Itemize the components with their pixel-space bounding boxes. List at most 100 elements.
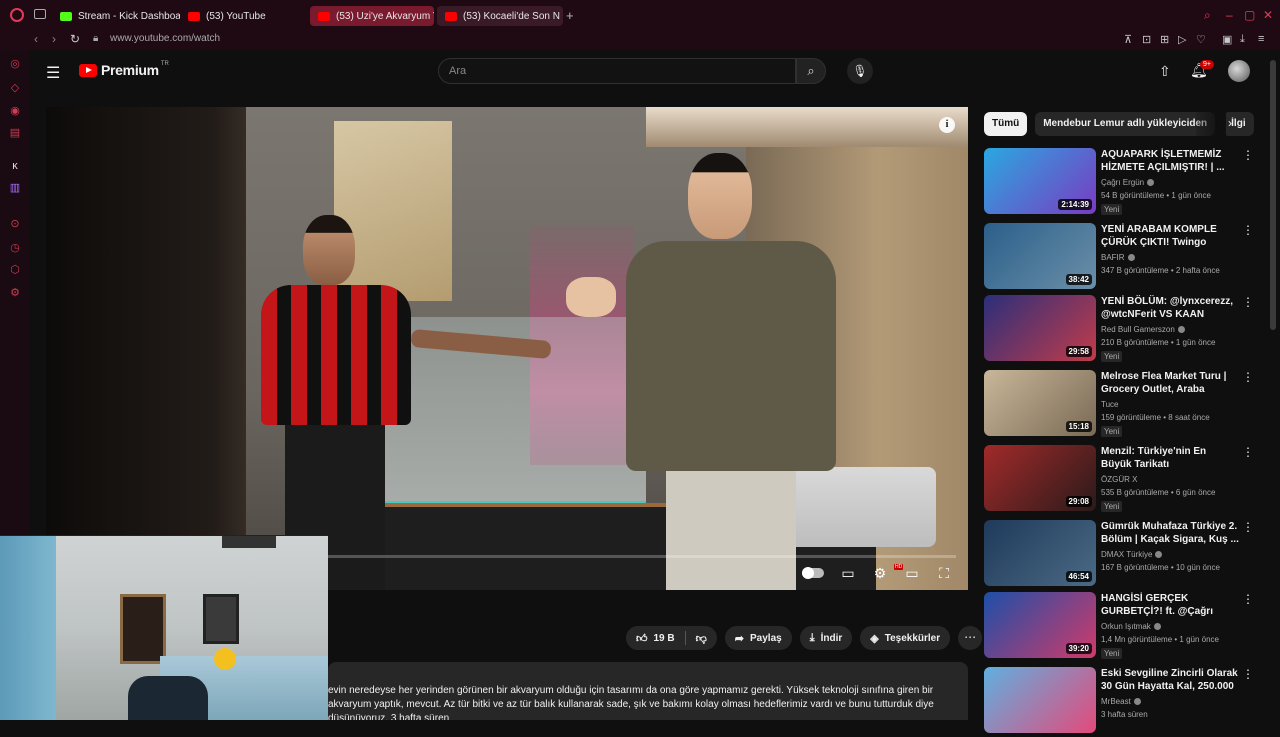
menu-icon[interactable]: ≡ [1258, 33, 1264, 45]
tab-youtube-home[interactable]: (53) YouTube [180, 6, 308, 26]
channel-name[interactable]: DMAX Türkiye [1101, 550, 1163, 559]
close-window-icon[interactable]: ✕ [1263, 8, 1273, 22]
video-title[interactable]: HANGİSİ GERÇEK GURBETÇİ?! ft. @Çağrı Erg… [1101, 592, 1239, 618]
channel-name[interactable]: BAFIR [1101, 253, 1135, 262]
channel-name[interactable]: Orkun Işıtmak [1101, 622, 1161, 631]
opera-logo-icon[interactable] [10, 8, 24, 22]
video-title[interactable]: Menzil: Türkiye'nin En Büyük Tarikatı [1101, 445, 1239, 471]
autoplay-toggle[interactable] [802, 567, 824, 579]
player-icon[interactable]: ▷ [1178, 33, 1186, 46]
channel-name[interactable]: MrBeast [1101, 697, 1141, 706]
screenshot-icon[interactable]: ⊡ [1142, 33, 1151, 46]
back-icon[interactable]: ‹ [34, 32, 38, 46]
recommendation-item[interactable]: 38:42 YENİ ARABAM KOMPLE ÇÜRÜK ÇIKTI! Twi… [984, 223, 1260, 293]
fullscreen-icon[interactable]: ⛶ [934, 565, 954, 582]
sidebar-player-icon[interactable]: ⊙ [9, 218, 21, 230]
thumbs-down-icon[interactable]: 👎︎ [696, 632, 707, 645]
video-player[interactable]: i ▭ ⚙ HD ▭ ⛶ [46, 107, 968, 590]
video-title[interactable]: AQUAPARK İŞLETMEMİZ HİZMETE AÇILMIŞTIR! … [1101, 148, 1239, 174]
more-vert-icon[interactable]: ⋮ [1242, 445, 1254, 459]
settings-gear-icon[interactable]: ⚙ [870, 565, 890, 582]
more-vert-icon[interactable]: ⋮ [1242, 148, 1254, 162]
video-thumbnail[interactable]: 29:08 [984, 445, 1096, 511]
info-icon[interactable]: i [939, 117, 955, 133]
search-input[interactable]: Ara [438, 58, 796, 84]
chip-uploader[interactable]: Mendebur Lemur adlı yükleyiciden [1035, 112, 1216, 136]
heart-icon[interactable]: ♡ [1196, 33, 1206, 46]
video-thumbnail[interactable]: 2:14:39 [984, 148, 1096, 214]
channel-name[interactable]: Red Bull Gamerszon [1101, 325, 1185, 334]
channel-name[interactable]: Çağrı Ergün [1101, 178, 1155, 187]
thumbs-up-icon[interactable]: 👍︎ [636, 632, 648, 645]
chevron-right-icon[interactable]: › [1228, 116, 1232, 130]
download-button[interactable]: ⤓ İndir [799, 626, 853, 650]
workspaces-icon[interactable] [34, 9, 46, 19]
more-vert-icon[interactable]: ⋮ [1242, 592, 1254, 606]
sidebar-aria-icon[interactable]: ◎ [9, 58, 21, 70]
video-title[interactable]: YENİ BÖLÜM: @lynxcerezz, @wtcNFerit VS K… [1101, 295, 1239, 321]
search-icon[interactable]: ⌕ [796, 58, 826, 84]
share-button[interactable]: ➦ Paylaş [724, 626, 792, 650]
video-title[interactable]: Eski Sevgiline Zincirli Olarak 30 Gün Ha… [1101, 667, 1239, 693]
minimize-icon[interactable]: – [1226, 8, 1233, 22]
tab-uzi-akvaryum[interactable]: (53) Uzi'ye Akvaryum Ya [310, 6, 434, 26]
upload-icon[interactable]: ⇧ [1159, 63, 1171, 80]
more-vert-icon[interactable]: ⋮ [1242, 223, 1254, 237]
sidebar-extensions-icon[interactable]: ⬡ [9, 264, 21, 276]
video-title[interactable]: Gümrük Muhafaza Türkiye 2. Bölüm | Kaçak… [1101, 520, 1239, 546]
search-tabs-icon[interactable]: ⌕ [1204, 8, 1211, 23]
sidebar-messenger-icon[interactable]: ◉ [9, 105, 21, 117]
recommendation-item[interactable]: 46:54 Gümrük Muhafaza Türkiye 2. Bölüm | … [984, 520, 1260, 590]
video-thumbnail[interactable]: 39:20 [984, 592, 1096, 658]
tab-kick-dashboard[interactable]: Stream - Kick Dashboard [52, 6, 180, 26]
video-thumbnail[interactable] [984, 667, 1096, 733]
url-field[interactable]: www.youtube.com/watch [110, 33, 220, 44]
video-thumbnail[interactable]: 29:58 [984, 295, 1096, 361]
microphone-icon[interactable]: 🎙︎ [847, 58, 873, 84]
channel-name[interactable]: Tuce [1101, 400, 1119, 409]
sidebar-kick-icon[interactable]: ᴋ [9, 160, 21, 172]
more-vert-icon[interactable]: ⋮ [1242, 295, 1254, 309]
sidebar-settings-icon[interactable]: ⚙ [9, 287, 21, 299]
video-title[interactable]: YENİ ARABAM KOMPLE ÇÜRÜK ÇIKTI! Twingo 1… [1101, 223, 1239, 249]
more-actions-icon[interactable]: ⋯ [958, 626, 983, 650]
sidebar-shopping-icon[interactable]: ◇ [9, 82, 21, 94]
maximize-icon[interactable]: ▢ [1244, 8, 1255, 22]
progress-bar[interactable] [326, 555, 956, 558]
more-vert-icon[interactable]: ⋮ [1242, 667, 1254, 681]
video-title[interactable]: Melrose Flea Market Turu | Grocery Outle… [1101, 370, 1239, 396]
new-tab-icon[interactable]: + [566, 8, 574, 23]
chip-all[interactable]: Tümü [984, 112, 1028, 136]
recommendation-item[interactable]: 15:18 Melrose Flea Market Turu | Grocery … [984, 370, 1260, 440]
more-vert-icon[interactable]: ⋮ [1242, 520, 1254, 534]
youtube-premium-logo[interactable]: Premium TR [79, 61, 169, 78]
recommendation-item[interactable]: 29:08 Menzil: Türkiye'nin En Büyük Tarika… [984, 445, 1260, 515]
video-thumbnail[interactable]: 15:18 [984, 370, 1096, 436]
theater-mode-icon[interactable]: ▭ [902, 565, 922, 582]
recommendation-item[interactable]: 29:58 YENİ BÖLÜM: @lynxcerezz, @wtcNFerit… [984, 295, 1260, 365]
recommendation-item[interactable]: 2:14:39 AQUAPARK İŞLETMEMİZ HİZMETE AÇILM… [984, 148, 1260, 218]
wallet-icon[interactable]: ▣ [1222, 33, 1232, 46]
hamburger-icon[interactable]: ☰ [46, 63, 60, 83]
subtitles-icon[interactable]: ▭ [838, 565, 858, 582]
lock-icon[interactable]: 🔒︎ [93, 33, 98, 44]
extension-icon[interactable]: ⊞ [1160, 33, 1169, 46]
recommendation-item[interactable]: Eski Sevgiline Zincirli Olarak 30 Gün Ha… [984, 667, 1260, 737]
sidebar-twitch-icon[interactable]: ▥ [9, 182, 21, 194]
video-description[interactable]: evin neredeyse her yerinden görünen bir … [328, 662, 968, 720]
download-icon[interactable]: ⤓ [1240, 33, 1245, 46]
sidebar-history-icon[interactable]: ◷ [9, 242, 21, 254]
forward-icon[interactable]: › [52, 32, 56, 46]
video-thumbnail[interactable]: 38:42 [984, 223, 1096, 289]
channel-name[interactable]: ÖZGÜR X [1101, 475, 1137, 484]
sidebar-mail-icon[interactable]: ▤ [9, 127, 21, 139]
scrollbar[interactable] [1270, 60, 1276, 330]
bookmark-pin-icon[interactable]: ⊼ [1124, 33, 1132, 46]
like-count[interactable]: 19 B [654, 633, 675, 644]
video-thumbnail[interactable]: 46:54 [984, 520, 1096, 586]
more-vert-icon[interactable]: ⋮ [1242, 370, 1254, 384]
avatar[interactable] [1228, 60, 1250, 82]
reload-icon[interactable]: ↻ [70, 32, 80, 46]
recommendation-item[interactable]: 39:20 HANGİSİ GERÇEK GURBETÇİ?! ft. @Çağr… [984, 592, 1260, 662]
thanks-button[interactable]: ◈ Teşekkürler [860, 626, 951, 650]
